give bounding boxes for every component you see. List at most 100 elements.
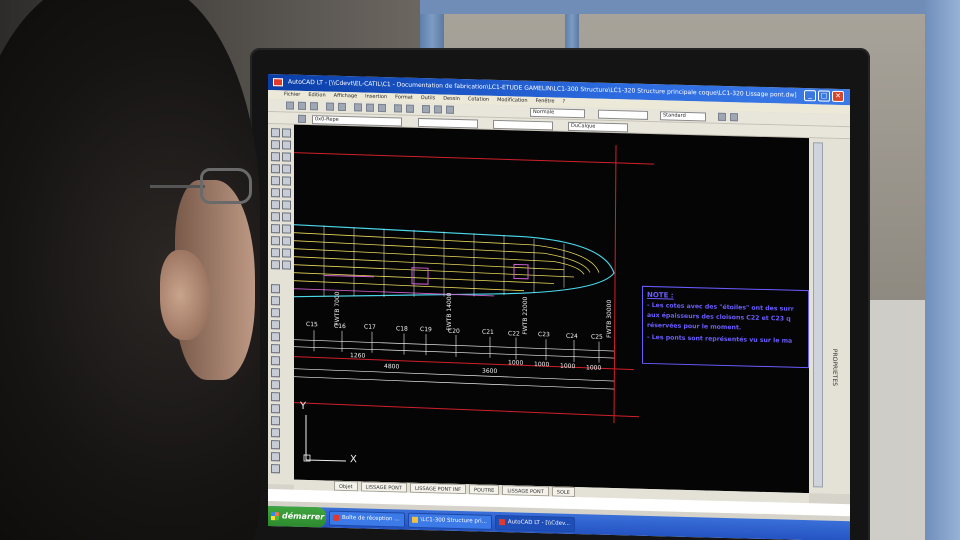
zoom-window-icon[interactable]: [446, 105, 454, 114]
color-select[interactable]: [418, 117, 478, 129]
polyline-tool-icon[interactable]: [282, 128, 291, 138]
new-file-icon[interactable]: [286, 101, 294, 110]
trim-tool-icon[interactable]: [282, 212, 291, 222]
note-box: NOTE : - Les cotes avec des "étoiles" on…: [642, 285, 809, 369]
design-center-icon[interactable]: [730, 113, 738, 122]
task-autocad[interactable]: AutoCAD LT - [\\Cdev...: [494, 514, 576, 532]
id-point-tool-icon[interactable]: [271, 380, 280, 390]
menu-help[interactable]: ?: [562, 98, 565, 107]
measure-tool-icon[interactable]: [271, 344, 280, 354]
offset-tool-icon[interactable]: [282, 188, 291, 198]
extend-tool-icon[interactable]: [271, 224, 280, 234]
rotate-tool-icon[interactable]: [282, 200, 291, 210]
note-line-4: - Les ponts sont représentés vu sur le m…: [647, 333, 793, 345]
axis-x-label: X: [350, 454, 357, 466]
lineweight-select[interactable]: DuCalque: [568, 121, 628, 133]
area-tool-icon[interactable]: [271, 356, 280, 366]
revcloud-tool-icon[interactable]: [271, 440, 280, 450]
drawing-canvas[interactable]: C15 C16 C17 C18 C19 C20 C21 C22 C23 C24 …: [294, 124, 809, 494]
save-icon[interactable]: [310, 102, 318, 111]
menu-fichier[interactable]: Fichier: [284, 90, 300, 99]
menu-fenetre[interactable]: Fenêtre: [536, 97, 555, 106]
hatch-tool-icon[interactable]: [282, 152, 291, 162]
xref-tool-icon[interactable]: [271, 464, 280, 474]
menu-format[interactable]: Format: [395, 93, 413, 102]
menu-edition[interactable]: Edition: [308, 91, 325, 100]
break-tool-icon[interactable]: [282, 248, 291, 258]
region-tool-icon[interactable]: [271, 404, 280, 414]
stretch-tool-icon[interactable]: [271, 248, 280, 258]
linetype-select[interactable]: [493, 119, 553, 131]
window-frame-right: [925, 0, 960, 540]
dim-style-select[interactable]: [598, 109, 648, 120]
minimize-button[interactable]: _: [804, 90, 816, 102]
glasses-arm: [150, 185, 205, 188]
pan-icon[interactable]: [422, 105, 430, 114]
zoom-icon[interactable]: [434, 105, 442, 114]
task-folder[interactable]: \LC1-300 Structure pri...: [407, 512, 492, 530]
monitor-screen: AutoCAD LT - [\\Cdevt\EL-CATIL\C1 - Docu…: [268, 74, 850, 540]
task-inbox[interactable]: Boîte de réception ...: [329, 510, 405, 528]
tab-objet[interactable]: Objet: [334, 480, 358, 492]
ortho-tool-icon[interactable]: [271, 308, 280, 318]
paste-icon[interactable]: [378, 103, 386, 113]
autocad-icon: [273, 78, 283, 87]
bulkhead-label-3: FWTB 22000: [522, 296, 529, 335]
menu-dessin[interactable]: Dessin: [443, 95, 460, 104]
maximize-button[interactable]: □: [818, 90, 830, 102]
text-style-select[interactable]: Standard: [660, 111, 706, 122]
scale-tool-icon[interactable]: [271, 212, 280, 222]
dim-1000-a: 1000: [508, 359, 524, 367]
folder-icon: [411, 516, 418, 523]
explode-tool-icon[interactable]: [282, 236, 291, 246]
copy-icon[interactable]: [366, 103, 374, 112]
note-line-2: aux épaisseurs des cloisons C22 et C23 q: [647, 311, 791, 323]
block-tool-icon[interactable]: [282, 164, 291, 174]
note-line-3: réservées pour le moment.: [647, 321, 742, 332]
line-weight-select[interactable]: Normale: [530, 107, 585, 119]
layer-manager-icon[interactable]: [298, 114, 306, 123]
window-frame-top: [420, 0, 960, 14]
frame-label-c25: C25: [591, 333, 603, 341]
open-file-icon[interactable]: [298, 101, 306, 110]
dimension-tool-icon[interactable]: [271, 236, 280, 246]
list-tool-icon[interactable]: [271, 368, 280, 378]
copy-tool-icon[interactable]: [282, 176, 291, 186]
redo-icon[interactable]: [406, 104, 414, 113]
properties-icon[interactable]: [718, 112, 726, 121]
move-tool-icon[interactable]: [271, 200, 280, 210]
bulkhead-label-4: FWTB 30000: [606, 299, 613, 339]
print-icon[interactable]: [326, 102, 334, 111]
glasses-icon: [200, 168, 252, 204]
dim-1260: 1260: [350, 352, 366, 360]
boundary-tool-icon[interactable]: [271, 416, 280, 426]
wipeout-tool-icon[interactable]: [271, 428, 280, 438]
note-title: NOTE :: [647, 290, 674, 300]
menu-outils[interactable]: Outils: [421, 94, 435, 103]
start-button[interactable]: démarrer: [268, 506, 326, 528]
preview-icon[interactable]: [338, 102, 346, 112]
snap-tool-icon[interactable]: [271, 284, 280, 294]
osnap-tool-icon[interactable]: [271, 296, 280, 306]
rectangle-tool-icon[interactable]: [271, 152, 280, 162]
vertical-scrollbar[interactable]: [813, 142, 823, 488]
mirror-tool-icon[interactable]: [271, 188, 280, 198]
image-tool-icon[interactable]: [271, 452, 280, 462]
erase-tool-icon[interactable]: [271, 176, 280, 186]
array-tool-icon[interactable]: [282, 260, 291, 270]
close-button[interactable]: ✕: [832, 90, 844, 103]
circle-tool-icon[interactable]: [271, 140, 280, 150]
chamfer-tool-icon[interactable]: [271, 260, 280, 270]
fillet-tool-icon[interactable]: [282, 224, 291, 234]
grid-tool-icon[interactable]: [271, 332, 280, 342]
line-tool-icon[interactable]: [271, 128, 280, 138]
properties-label[interactable]: PROPRIETES: [831, 349, 838, 386]
polar-tool-icon[interactable]: [271, 320, 280, 330]
distance-tool-icon[interactable]: [271, 392, 280, 402]
cut-icon[interactable]: [354, 103, 362, 112]
text-tool-icon[interactable]: [271, 164, 280, 174]
arc-tool-icon[interactable]: [282, 140, 291, 150]
undo-icon[interactable]: [394, 104, 402, 113]
tab-sole[interactable]: SOLE: [551, 486, 575, 498]
frame-label-c19: C19: [420, 325, 432, 334]
